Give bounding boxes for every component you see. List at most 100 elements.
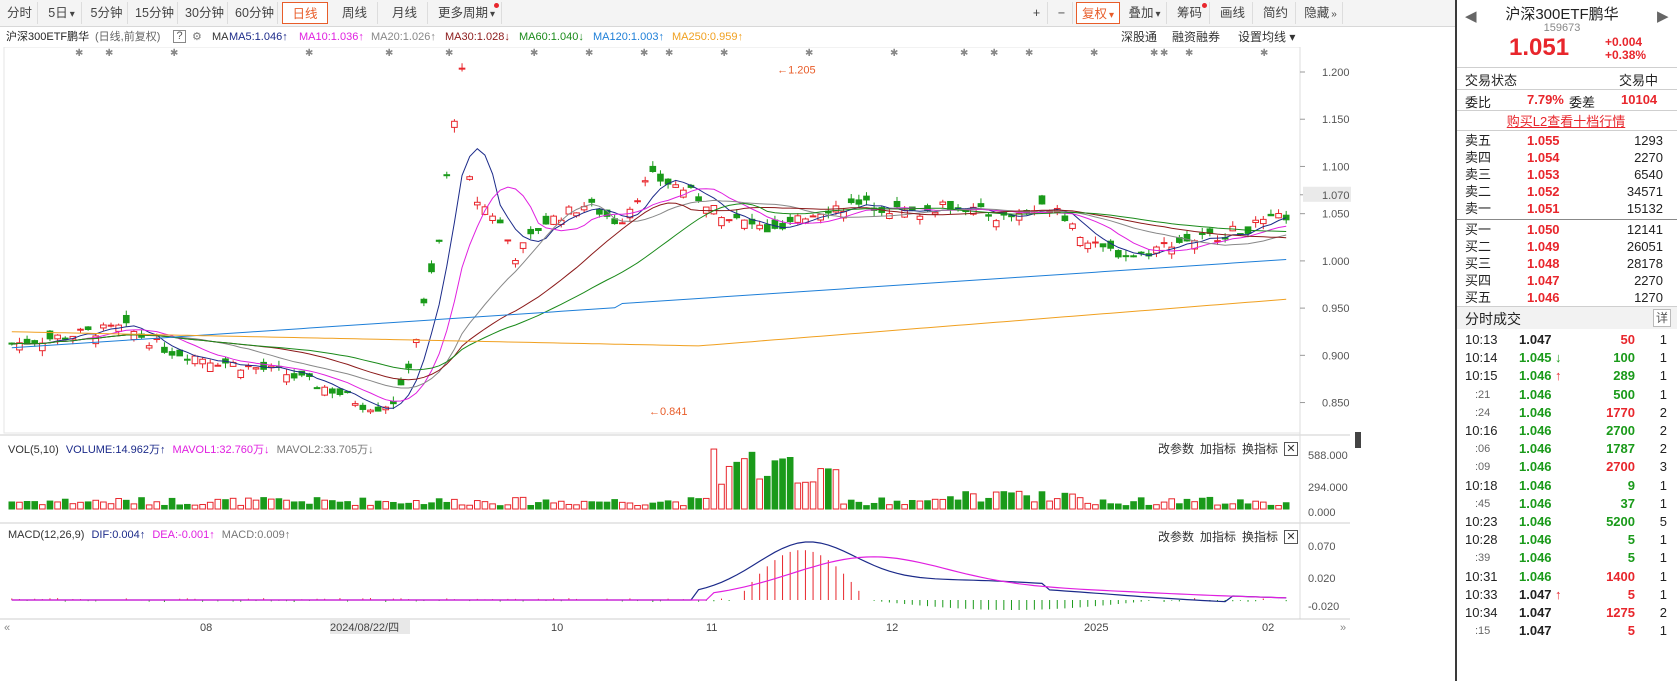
vol-add-indicator-button[interactable]: 加指标 [1200,440,1236,457]
volume-bar [451,498,458,510]
period-tab-9[interactable]: 更多周期 ▾ [432,2,502,24]
volume-bar [1259,501,1267,510]
tool-button-0[interactable]: + [1026,2,1048,24]
panel-toggle-handle[interactable] [1355,432,1361,448]
book-price: 1.049 [1527,239,1560,254]
period-tab-7[interactable]: 周线 [332,2,378,24]
settings-gear-icon[interactable]: ⚙ [192,27,202,47]
macd-close-icon[interactable]: ✕ [1284,530,1298,544]
period-tab-1[interactable]: 5日 ▾ [42,2,82,24]
bids-row[interactable]: 买一 1.050 12141 [1457,221,1675,239]
period-tab-3[interactable]: 15分钟 [132,2,178,24]
trade-volume: 5 [1627,550,1635,566]
book-label: 卖二 [1465,184,1492,199]
macd-axis-label: 0.070 [1308,541,1336,553]
trade-count: 1 [1659,586,1667,602]
bids-row[interactable]: 买五 1.046 1270 [1457,289,1675,307]
bids-row[interactable]: 买四 1.047 2270 [1457,272,1675,290]
volume-bar [657,501,664,510]
bids-row[interactable]: 买三 1.048 28178 [1457,255,1675,273]
period-tab-2[interactable]: 5分钟 [86,2,128,24]
trade-direction-icon: ↓ [1555,350,1562,366]
asks-row[interactable]: 卖一 1.051 15132 [1457,200,1675,218]
volume-bar [550,502,557,510]
volume-bar [1107,503,1114,510]
candle-body [1061,215,1069,222]
period-tab-8[interactable]: 月线 [382,2,428,24]
tool-button-4[interactable]: 筹码 [1170,2,1210,24]
volume-bar [680,505,687,510]
volume-bar [809,481,817,510]
asks-row[interactable]: 卖二 1.052 34571 [1457,183,1675,201]
tool-button-1[interactable]: − [1051,2,1073,24]
macd-switch-indicator-button[interactable]: 换指标 [1242,528,1278,545]
volume-bar [1053,498,1061,510]
kline-chart[interactable]: 1.200 1.150 1.100 1.070 1.050 1.000 0.950 0.900… [0,47,1455,681]
asks-row[interactable]: 卖四 1.054 2270 [1457,149,1675,167]
trade-price: 1.047 [1519,623,1552,639]
help-icon[interactable]: ? [173,30,186,43]
volume-bar [1153,504,1160,510]
candle-body [931,211,939,215]
asks-row[interactable]: 卖五 1.055 1293 [1457,132,1675,150]
trade-price: 1.046 [1519,477,1552,493]
event-marker-icon: ✱ [530,48,538,59]
macd-add-indicator-button[interactable]: 加指标 [1200,528,1236,545]
vol-edit-params-button[interactable]: 改参数 [1158,440,1194,457]
candle-body [237,369,245,379]
bids-row[interactable]: 买二 1.049 26051 [1457,238,1675,256]
trade-time: :45 [1475,497,1491,510]
volume-bar [122,499,130,510]
trade-volume: 2700 [1606,459,1635,475]
volume-bar [1191,501,1198,510]
candle-body [161,346,168,353]
trade-row: :39 1.046 5 1 [1457,549,1675,567]
trade-row: 10:16 1.046 2700 2 [1457,422,1675,440]
l2-upgrade-link[interactable]: 购买L2查看十档行情 [1457,111,1675,130]
book-price: 1.055 [1527,133,1560,148]
candle-body [985,214,992,217]
set-ma-button[interactable]: 设置均线 ▾ [1238,27,1295,47]
candle-body [596,208,603,215]
candle-body [428,263,435,273]
volume-bar [664,500,672,510]
tool-button-2[interactable]: 复权 ▾ [1076,2,1120,24]
candle-body [1099,243,1107,248]
quote-panel: ◀ 沪深300ETF鹏华 ▶ 159673 1.051 +0.004 +0.38… [1455,0,1677,681]
period-tab-4[interactable]: 30分钟 [182,2,228,24]
volume-bar [458,504,466,510]
trade-price: 1.046 [1519,404,1552,420]
trades-detail-button[interactable]: 详 [1653,309,1671,327]
trade-count: 1 [1659,368,1667,384]
vol-close-icon[interactable]: ✕ [1284,442,1298,456]
link-margin[interactable]: 融资融券 [1172,27,1220,47]
macd-edit-params-button[interactable]: 改参数 [1158,528,1194,545]
ma-arrow-icon: ↑ [737,31,743,43]
period-tab-6[interactable]: 日线 [282,2,328,24]
volume-bar [908,499,916,510]
candle-body [184,358,191,361]
vol-switch-indicator-button[interactable]: 换指标 [1242,440,1278,457]
prev-security-icon[interactable]: ◀ [1465,7,1477,25]
tool-button-5[interactable]: 画线 [1213,2,1253,24]
tool-button-7[interactable]: 隐藏» [1299,2,1343,24]
volume-bar [344,501,351,510]
volume-bar [367,504,374,510]
period-tab-0[interactable]: 分时 [2,2,38,24]
volume-bar [184,503,191,510]
tool-button-3[interactable]: 叠加 ▾ [1123,2,1167,24]
period-tab-5[interactable]: 60分钟 [232,2,278,24]
ma-item-5: MA120:1.003↑ [593,31,664,43]
candle-body [1069,223,1076,229]
price-change: +0.004 [1605,35,1643,49]
tool-button-6[interactable]: 简约 [1256,2,1296,24]
trade-row: 10:33 1.047 ↑ 5 1 [1457,586,1675,604]
candle-body [901,209,908,218]
trade-price: 1.045 [1519,350,1552,366]
link-shengutong[interactable]: 深股通 [1121,27,1157,47]
next-security-icon[interactable]: ▶ [1657,7,1669,25]
volume-bar [39,504,46,510]
volume-bar [985,497,992,510]
asks-row[interactable]: 卖三 1.053 6540 [1457,166,1675,184]
candle-body [351,403,359,406]
